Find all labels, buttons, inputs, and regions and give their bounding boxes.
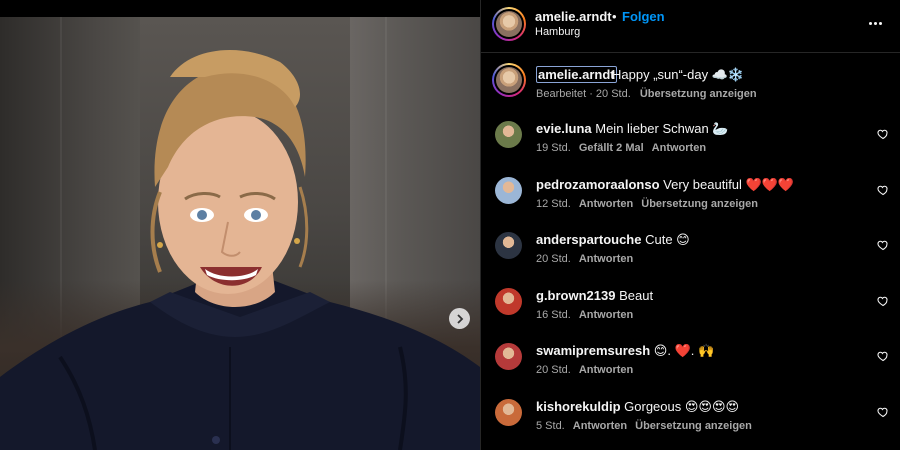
- commenter-username[interactable]: anderspartouche: [536, 232, 641, 247]
- comment-action-button[interactable]: Antworten: [579, 364, 633, 376]
- commenter-username[interactable]: swamipremsuresh: [536, 343, 650, 358]
- header-separator: •: [612, 9, 617, 24]
- commenter-avatar[interactable]: [495, 343, 522, 370]
- comment-text: Gorgeous 😍😍😍😍: [620, 399, 740, 414]
- post-location[interactable]: Hamburg: [535, 26, 580, 38]
- comment-action-button[interactable]: Gefällt 2 Mal: [579, 142, 644, 154]
- comment-meta: 5 Std. Antworten Übersetzung anzeigen: [536, 420, 752, 432]
- caption-username[interactable]: amelie.arndt: [536, 66, 617, 83]
- comment-meta: 20 Std. Antworten: [536, 364, 633, 376]
- caption-text: Happy „sun“-day ☁️❄️: [612, 67, 745, 82]
- chevron-right-icon: [456, 313, 463, 324]
- commenter-avatar[interactable]: [495, 232, 522, 259]
- caption-time: Bearbeitet · 20 Std.: [536, 88, 631, 100]
- post-photo[interactable]: [0, 17, 480, 450]
- commenter-avatar[interactable]: [495, 121, 522, 148]
- comment-action-button[interactable]: Übersetzung anzeigen: [641, 198, 758, 210]
- heart-icon[interactable]: [877, 406, 889, 418]
- comment-line: kishorekuldip Gorgeous 😍😍😍😍: [536, 399, 739, 415]
- comment-meta: 12 Std. Antworten Übersetzung anzeigen: [536, 198, 758, 210]
- comment-line: anderspartouche Cute 😊: [536, 232, 690, 248]
- comment-time: 20 Std.: [536, 364, 571, 376]
- post-sidebar: amelie.arndt • Folgen Hamburg amelie.arn…: [480, 0, 900, 450]
- heart-icon[interactable]: [877, 239, 889, 251]
- caption-author-avatar[interactable]: [492, 63, 526, 97]
- comment-item: pedrozamoraalonso Very beautiful ❤️❤️❤️ 1…: [481, 177, 900, 227]
- comment-meta: 20 Std. Antworten: [536, 253, 633, 265]
- commenter-username[interactable]: g.brown2139: [536, 288, 615, 303]
- comment-meta: 19 Std. Gefällt 2 Mal Antworten: [536, 142, 706, 154]
- comment-text: Very beautiful ❤️❤️❤️: [659, 177, 795, 192]
- commenter-username[interactable]: pedrozamoraalonso: [536, 177, 660, 192]
- heart-icon[interactable]: [877, 295, 889, 307]
- person-illustration: [0, 50, 480, 450]
- more-horizontal-icon[interactable]: [869, 18, 885, 28]
- comment-item: swamipremsuresh 😊. ❤️. 🙌 20 Std. Antworten: [481, 343, 900, 393]
- comment-time: 5 Std.: [536, 420, 565, 432]
- caption-translate-button[interactable]: Übersetzung anzeigen: [640, 88, 757, 100]
- comment-time: 16 Std.: [536, 309, 571, 321]
- comment-text: Mein lieber Schwan 🦢: [591, 121, 729, 136]
- author-username[interactable]: amelie.arndt: [535, 9, 612, 24]
- commenter-avatar[interactable]: [495, 288, 522, 315]
- comment-line: g.brown2139 Beaut: [536, 288, 653, 304]
- commenter-username[interactable]: kishorekuldip: [536, 399, 621, 414]
- comment-line: evie.luna Mein lieber Schwan 🦢: [536, 121, 729, 137]
- comment-time: 19 Std.: [536, 142, 571, 154]
- comment-item: evie.luna Mein lieber Schwan 🦢 19 Std. Gef…: [481, 121, 900, 171]
- comment-line: pedrozamoraalonso Very beautiful ❤️❤️❤️: [536, 177, 794, 193]
- comment-meta: 16 Std. Antworten: [536, 309, 633, 321]
- follow-button[interactable]: Folgen: [622, 9, 665, 24]
- heart-icon[interactable]: [877, 184, 889, 196]
- heart-icon[interactable]: [877, 350, 889, 362]
- comment-action-button[interactable]: Antworten: [579, 309, 633, 321]
- post-header: amelie.arndt • Folgen Hamburg: [481, 0, 900, 53]
- comment-action-button[interactable]: Antworten: [573, 420, 627, 432]
- heart-icon[interactable]: [877, 128, 889, 140]
- author-avatar[interactable]: [492, 7, 526, 41]
- comment-item: anderspartouche Cute 😊 20 Std. Antworten: [481, 232, 900, 282]
- commenter-username[interactable]: evie.luna: [536, 121, 592, 136]
- carousel-next-button[interactable]: [449, 308, 470, 329]
- comment-time: 20 Std.: [536, 253, 571, 265]
- comment-text: 😊. ❤️. 🙌: [650, 343, 715, 358]
- caption-meta: Bearbeitet · 20 Std. Übersetzung anzeige…: [536, 88, 757, 100]
- commenter-avatar[interactable]: [495, 399, 522, 426]
- commenter-avatar[interactable]: [495, 177, 522, 204]
- post-media: [0, 0, 480, 450]
- comment-text: Beaut: [615, 288, 654, 303]
- comment-action-button[interactable]: Übersetzung anzeigen: [635, 420, 752, 432]
- comment-item: g.brown2139 Beaut 16 Std. Antworten: [481, 288, 900, 338]
- comment-action-button[interactable]: Antworten: [652, 142, 706, 154]
- comment-action-button[interactable]: Antworten: [579, 253, 633, 265]
- comment-action-button[interactable]: Antworten: [579, 198, 633, 210]
- comment-item: kishorekuldip Gorgeous 😍😍😍😍 5 Std. Antwort…: [481, 399, 900, 449]
- comment-text: Cute 😊: [641, 232, 690, 247]
- comment-time: 12 Std.: [536, 198, 571, 210]
- comment-line: swamipremsuresh 😊. ❤️. 🙌: [536, 343, 714, 359]
